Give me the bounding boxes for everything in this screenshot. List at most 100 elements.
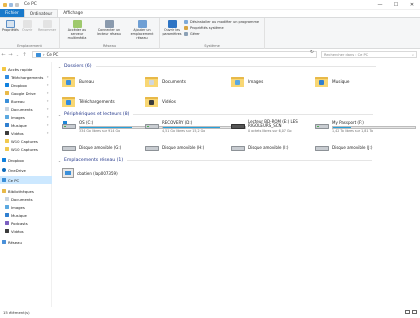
sidebar-item-lib-videos[interactable]: Vidéos xyxy=(0,227,52,235)
large-icons-view-icon[interactable] xyxy=(412,310,417,314)
hard-drive-icon xyxy=(145,121,159,131)
pictures-icon xyxy=(5,115,9,119)
map-network-drive-button[interactable]: Connecter un lecteur réseau xyxy=(94,20,124,37)
sidebar-item-lib-musique[interactable]: Musique xyxy=(0,211,52,219)
folder-icon xyxy=(62,76,75,87)
navigation-pane: Accès rapide Téléchargements ✦ Dropbox ✦… xyxy=(0,62,52,307)
open-button[interactable]: Ouvrir xyxy=(22,20,32,33)
sidebar-item-bureau[interactable]: Bureau ✦ xyxy=(0,97,52,105)
pictures-icon xyxy=(5,205,9,209)
pin-icon: ✦ xyxy=(46,91,49,95)
hard-drive-icon xyxy=(62,121,76,131)
sidebar-item-google-drive[interactable]: Google Drive ✦ xyxy=(0,89,52,97)
sidebar-item-images[interactable]: Images ✦ xyxy=(0,113,52,121)
folder-images[interactable]: Images xyxy=(231,73,263,89)
ribbon-tabs: Fichier Ordinateur Affichage xyxy=(0,9,420,18)
tab-fichier[interactable]: Fichier xyxy=(0,9,24,17)
system-properties-button[interactable]: Propriétés système xyxy=(184,26,224,30)
sidebar-item-videos[interactable]: Vidéos ✦ xyxy=(0,129,52,137)
drive-my-passport-f[interactable]: My Passport (F:) 1,42 To libres sur 1,81… xyxy=(315,120,416,134)
section-header-devices[interactable]: ⌄ Périphériques et lecteurs (8) xyxy=(58,111,374,118)
network-icon xyxy=(2,240,6,244)
folder-videos[interactable]: Vidéos xyxy=(145,93,176,109)
pin-icon: ✦ xyxy=(46,83,49,87)
tab-ordinateur[interactable]: Ordinateur xyxy=(23,9,59,17)
folder-icon xyxy=(5,147,9,151)
back-arrow-icon[interactable]: ← xyxy=(0,52,7,58)
hard-drive-icon xyxy=(315,121,329,131)
group-emplacement: Propriétés Ouvrir Renommer Emplacement xyxy=(0,18,60,49)
removable-drive-icon xyxy=(62,143,76,153)
details-view-icon[interactable] xyxy=(405,310,410,314)
sidebar-item-onedrive[interactable]: OneDrive xyxy=(0,166,52,174)
sidebar-item-musique[interactable]: Musique ✦ xyxy=(0,121,52,129)
close-button[interactable]: ✕ xyxy=(404,0,420,10)
properties-icon xyxy=(5,20,15,28)
chevron-down-icon: ⌄ xyxy=(58,64,62,69)
maximize-button[interactable]: ☐ xyxy=(388,0,404,10)
content-pane: ⌄ Dossiers (6) Bureau Documents Images M… xyxy=(55,62,420,307)
drive-removable-i[interactable]: Disque amovible (I:) xyxy=(231,142,288,156)
sidebar-item-w10-captures-2[interactable]: W10 Captures xyxy=(0,145,52,153)
breadcrumb[interactable]: Ce PC xyxy=(47,52,59,57)
group-reseau: Accéder au serveur multimédia Connecter … xyxy=(60,18,160,49)
pin-icon: ✦ xyxy=(46,99,49,103)
pin-icon: ✦ xyxy=(46,131,49,135)
properties-icon[interactable] xyxy=(9,2,13,7)
recent-locations-icon[interactable]: ⌄ xyxy=(14,53,21,57)
sidebar-item-lib-documents[interactable]: Documents xyxy=(0,195,52,203)
folder-icon xyxy=(5,139,9,143)
drive-removable-h[interactable]: Disque amovible (H:) xyxy=(145,142,204,156)
documents-icon xyxy=(5,197,9,201)
network-location-item[interactable]: cbatien (lap007359) xyxy=(62,167,118,179)
sidebar-item-reseau[interactable]: Réseau xyxy=(0,238,52,246)
add-network-location-button[interactable]: Ajouter un emplacement réseau xyxy=(126,20,158,40)
sidebar-item-telechargements[interactable]: Téléchargements ✦ xyxy=(0,73,52,81)
desktop-icon xyxy=(5,99,9,103)
folder-musique[interactable]: Musique xyxy=(315,73,350,89)
open-icon xyxy=(22,20,32,28)
sidebar-item-dropbox-root[interactable]: Dropbox xyxy=(0,156,52,164)
drive-bd-rom-e[interactable]: Lecteur BD-ROM (E:) LES RIGOLEURS_SCN 0 … xyxy=(231,120,328,134)
media-server-button[interactable]: Accéder au serveur multimédia xyxy=(62,20,92,40)
tab-affichage[interactable]: Affichage xyxy=(58,9,88,17)
sidebar-item-lib-podcasts[interactable]: Podcasts xyxy=(0,219,52,227)
refresh-icon[interactable]: ↻ xyxy=(310,50,314,55)
sidebar-item-dropbox[interactable]: Dropbox ✦ xyxy=(0,81,52,89)
chevron-down-icon: ⌄ xyxy=(58,158,62,163)
drive-removable-g[interactable]: Disque amovible (G:) xyxy=(62,142,121,156)
pin-icon: ✦ xyxy=(46,107,49,111)
manage-button[interactable]: Gérer xyxy=(184,32,200,36)
uninstall-program-button[interactable]: Désinstaller ou modifier un programme xyxy=(184,20,259,24)
minimize-button[interactable]: — xyxy=(372,0,388,10)
sidebar-item-lib-images[interactable]: Images xyxy=(0,203,52,211)
folder-icon[interactable] xyxy=(3,2,7,7)
search-input[interactable]: Rechercher dans : Ce PC ⌕ xyxy=(321,51,417,58)
dropdown-icon[interactable] xyxy=(15,2,19,7)
folder-bureau[interactable]: Bureau xyxy=(62,73,94,89)
section-header-network[interactable]: ⌄ Emplacements réseau (1) xyxy=(58,157,373,164)
sidebar-item-ce-pc[interactable]: Ce PC xyxy=(0,176,52,184)
music-icon xyxy=(5,123,9,127)
properties-button[interactable]: Propriétés xyxy=(2,20,19,33)
open-settings-button[interactable]: Ouvrir les paramètres xyxy=(162,20,182,37)
sidebar-item-acces-rapide[interactable]: Accès rapide xyxy=(0,65,52,73)
forward-arrow-icon[interactable]: → xyxy=(7,52,14,58)
google-drive-icon xyxy=(5,91,9,95)
sidebar-item-bibliotheques[interactable]: Bibliothèques xyxy=(0,187,52,195)
libraries-icon xyxy=(2,189,6,193)
folder-telechargements[interactable]: Téléchargements xyxy=(62,93,115,109)
address-bar[interactable]: › Ce PC xyxy=(32,51,317,58)
star-icon xyxy=(2,67,6,71)
up-arrow-icon[interactable]: ↑ xyxy=(21,52,28,58)
item-count: 15 élément(s) xyxy=(3,310,30,315)
section-header-folders[interactable]: ⌄ Dossiers (6) xyxy=(58,63,376,70)
sidebar-item-w10-captures[interactable]: W10 Captures xyxy=(0,137,52,145)
rename-icon xyxy=(42,20,52,28)
videos-icon xyxy=(5,229,9,233)
drive-removable-j[interactable]: Disque amovible (J:) xyxy=(315,142,372,156)
status-bar: 15 élément(s) xyxy=(0,307,420,318)
folder-documents[interactable]: Documents xyxy=(145,73,186,89)
sidebar-item-documents[interactable]: Documents ✦ xyxy=(0,105,52,113)
rename-button[interactable]: Renommer xyxy=(38,20,56,33)
